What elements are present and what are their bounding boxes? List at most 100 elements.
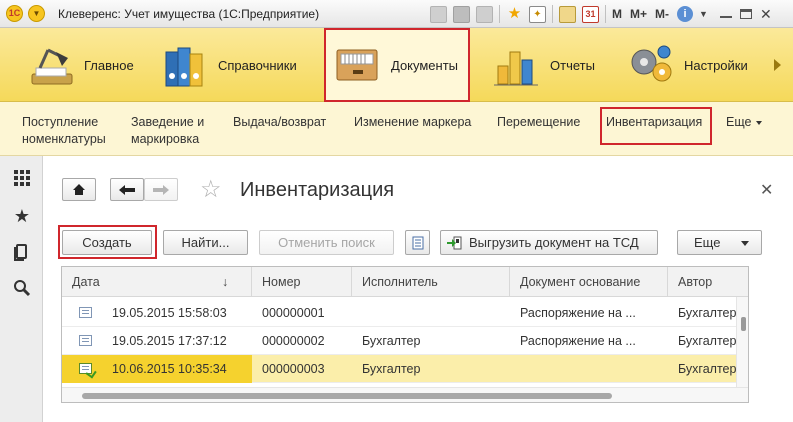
nav-item-label: Перемещение xyxy=(497,115,581,129)
favorites-star-icon[interactable]: ★ xyxy=(506,5,523,23)
back-button[interactable] xyxy=(110,178,144,201)
section-label: Документы xyxy=(391,57,459,73)
home-button[interactable] xyxy=(62,178,96,201)
more-button[interactable]: Еще xyxy=(677,230,762,255)
table-row-selected[interactable]: 10.06.2015 10:35:34 000000003 Бухгалтер … xyxy=(62,355,748,383)
toolbar-divider xyxy=(552,5,553,23)
nav-item-movement[interactable]: Перемещение xyxy=(497,114,580,131)
arrow-right-icon xyxy=(153,184,169,195)
column-header-basis[interactable]: Документ основание xyxy=(510,267,668,297)
more-button-label: Еще xyxy=(694,235,721,250)
report-button[interactable] xyxy=(405,230,430,255)
section-label: Настройки xyxy=(684,57,748,73)
table-row[interactable]: 19.05.2015 15:58:03 000000001 Распоряжен… xyxy=(62,299,748,327)
active-nav-highlight xyxy=(600,107,712,145)
bar-chart-icon xyxy=(492,40,544,90)
memory-m-button[interactable]: M xyxy=(612,7,622,21)
date-cell: 19.05.2015 15:58:03 xyxy=(62,299,252,327)
gears-icon xyxy=(626,40,678,90)
column-header-date[interactable]: Дата ↓ xyxy=(62,267,252,297)
bookmarks-icon[interactable]: ✦ xyxy=(529,5,546,23)
window-title-bar: 1С ▼ Клеверенс: Учет имущества (1С:Предп… xyxy=(0,0,793,28)
section-label: Отчеты xyxy=(550,57,595,73)
column-header-number[interactable]: Номер xyxy=(252,267,352,297)
minimize-icon[interactable] xyxy=(719,10,732,18)
find-button[interactable]: Найти... xyxy=(163,230,248,255)
nav-item-receipt[interactable]: Поступление номенклатуры xyxy=(22,114,106,148)
history-icon[interactable] xyxy=(12,242,32,262)
section-catalogs[interactable]: Справочники xyxy=(160,28,297,102)
table-row[interactable]: 19.05.2015 17:37:12 000000002 Бухгалтер … xyxy=(62,327,748,355)
basis-cell xyxy=(510,355,668,383)
caret-down-icon xyxy=(741,241,749,246)
executor-cell: Бухгалтер xyxy=(362,362,421,376)
nav-item-marker-change[interactable]: Изменение маркера xyxy=(354,114,471,131)
print-icon[interactable] xyxy=(453,5,470,23)
date-cell: 19.05.2015 17:37:12 xyxy=(62,327,252,355)
toolbar-divider xyxy=(499,5,500,23)
nav-more-button[interactable]: Еще xyxy=(726,114,763,131)
number-cell: 000000001 xyxy=(262,306,325,320)
main-menu-icon[interactable]: ▼ xyxy=(28,5,45,22)
date-value: 19.05.2015 15:58:03 xyxy=(112,306,227,320)
calendar-icon[interactable]: 31 xyxy=(582,5,599,23)
vertical-scrollbar[interactable] xyxy=(736,297,748,387)
cancel-search-button[interactable]: Отменить поиск xyxy=(259,230,394,255)
memory-subtract-button[interactable]: M- xyxy=(655,7,669,21)
posted-document-icon xyxy=(79,363,92,374)
calculator-icon[interactable] xyxy=(559,5,576,23)
home-icon xyxy=(73,184,85,195)
nav-item-label: Заведение и маркировка xyxy=(131,115,205,146)
desk-lamp-icon xyxy=(26,40,78,90)
nav-item-issue-return[interactable]: Выдача/возврат xyxy=(233,114,326,131)
caret-down-icon xyxy=(756,120,763,125)
functions-grid-icon[interactable] xyxy=(12,168,32,188)
app-logo-icon[interactable]: 1С xyxy=(6,5,23,22)
close-icon[interactable]: ✕ xyxy=(760,180,773,200)
horizontal-scrollbar[interactable] xyxy=(62,387,748,402)
number-cell: 000000002 xyxy=(262,334,325,348)
search-icon[interactable] xyxy=(12,278,32,298)
maximize-icon[interactable] xyxy=(739,9,752,19)
favorites-star-icon[interactable]: ★ xyxy=(12,206,32,226)
scroll-thumb[interactable] xyxy=(82,393,612,399)
section-settings[interactable]: Настройки xyxy=(626,28,748,102)
memory-add-button[interactable]: M+ xyxy=(630,7,647,21)
nav-item-label: Поступление номенклатуры xyxy=(22,115,106,146)
column-header-executor[interactable]: Исполнитель xyxy=(352,267,510,297)
chevron-down-icon[interactable]: ▼ xyxy=(699,9,708,19)
report-icon xyxy=(412,236,423,249)
save-icon[interactable] xyxy=(430,5,447,23)
close-window-icon[interactable]: ✕ xyxy=(760,7,772,21)
left-toolbar: ★ xyxy=(0,156,43,422)
section-main[interactable]: Главное xyxy=(26,28,134,102)
forward-button[interactable] xyxy=(144,178,178,201)
section-label: Главное xyxy=(84,57,134,73)
section-label: Справочники xyxy=(218,57,297,73)
section-reports[interactable]: Отчеты xyxy=(492,28,595,102)
nav-item-label: Выдача/возврат xyxy=(233,115,327,129)
section-documents[interactable]: Документы xyxy=(324,28,470,102)
export-to-tsd-button[interactable]: Выгрузить документ на ТСД xyxy=(440,230,658,255)
author-cell: Бухгалтер xyxy=(678,306,736,320)
title-toolbar: ★ ✦ 31 M M+ M- i ▼ ✕ xyxy=(430,4,772,24)
documents-table[interactable]: Дата ↓ Номер Исполнитель Документ основа… xyxy=(61,266,749,403)
navigation-bar: Поступление номенклатуры Заведение и мар… xyxy=(0,102,793,156)
scroll-thumb[interactable] xyxy=(741,317,746,331)
executor-cell xyxy=(352,299,510,327)
create-button-highlight xyxy=(58,225,157,259)
date-value: 19.05.2015 17:37:12 xyxy=(112,334,227,348)
author-cell: Бухгалтер xyxy=(678,334,736,348)
date-value: 10.06.2015 10:35:34 xyxy=(112,362,227,376)
nav-item-registration[interactable]: Заведение и маркировка xyxy=(131,114,204,148)
sections-panel: Главное Справочники Документы Отчеты Нас… xyxy=(0,28,793,102)
document-icon xyxy=(79,335,92,346)
favorite-star-icon[interactable]: ☆ xyxy=(200,178,222,202)
binders-icon xyxy=(160,40,212,90)
document-icon xyxy=(79,307,92,318)
preview-icon[interactable] xyxy=(476,5,493,23)
info-icon[interactable]: i xyxy=(677,6,694,22)
chevron-right-icon[interactable] xyxy=(774,59,781,71)
column-header-author[interactable]: Автор xyxy=(668,267,748,297)
file-cabinet-icon xyxy=(333,40,385,90)
